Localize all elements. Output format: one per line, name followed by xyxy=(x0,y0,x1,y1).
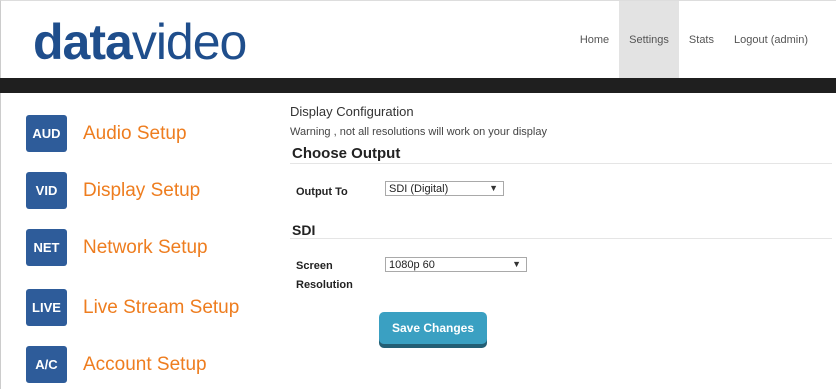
screen-resolution-value: 1080p 60 xyxy=(389,258,435,271)
net-badge-icon: NET xyxy=(26,229,67,266)
nav-home[interactable]: Home xyxy=(570,1,619,79)
chevron-down-icon: ▼ xyxy=(512,259,521,269)
nav-stats[interactable]: Stats xyxy=(679,1,724,79)
divider xyxy=(290,238,832,239)
datavideo-logo[interactable]: datavideo xyxy=(33,14,248,70)
logo-part1: data xyxy=(33,14,133,70)
sidebar-item-display[interactable]: VID Display Setup xyxy=(26,172,200,209)
top-nav: Home Settings Stats Logout (admin) xyxy=(570,1,836,79)
sidebar-item-account[interactable]: A/C Account Setup xyxy=(26,346,207,383)
output-to-label: Output To xyxy=(296,186,348,198)
divider xyxy=(290,163,832,164)
screen-resolution-select[interactable]: 1080p 60 ▼ xyxy=(385,257,527,272)
sidebar-item-label: Network Setup xyxy=(83,236,208,258)
app-window: datavideo Home Settings Stats Logout (ad… xyxy=(0,0,836,389)
screen-resolution-label: Screen Resolution xyxy=(296,257,353,295)
sidebar-item-live-stream[interactable]: LIVE Live Stream Setup xyxy=(26,289,239,326)
nav-logout[interactable]: Logout (admin) xyxy=(724,1,836,79)
screen-resolution-label-line1: Screen xyxy=(296,260,333,272)
aud-badge-icon: AUD xyxy=(26,115,67,152)
output-to-select[interactable]: SDI (Digital) ▼ xyxy=(385,181,504,196)
main-content: Display Configuration Warning , not all … xyxy=(290,93,832,389)
header-divider-bar xyxy=(0,78,836,93)
output-to-value: SDI (Digital) xyxy=(389,182,449,195)
sidebar-item-label: Live Stream Setup xyxy=(83,296,240,318)
sidebar-item-network[interactable]: NET Network Setup xyxy=(26,229,208,266)
ac-badge-icon: A/C xyxy=(26,346,67,383)
chevron-down-icon: ▼ xyxy=(489,183,498,193)
screen-resolution-label-line2: Resolution xyxy=(296,279,353,291)
sidebar-item-label: Display Setup xyxy=(83,179,201,201)
live-badge-icon: LIVE xyxy=(26,289,67,326)
choose-output-heading: Choose Output xyxy=(292,145,401,162)
page-title: Display Configuration xyxy=(290,104,414,119)
nav-settings[interactable]: Settings xyxy=(619,1,679,79)
warning-text: Warning , not all resolutions will work … xyxy=(290,126,547,138)
vid-badge-icon: VID xyxy=(26,172,67,209)
sidebar-item-audio[interactable]: AUD Audio Setup xyxy=(26,115,187,152)
sdi-heading: SDI xyxy=(292,222,316,238)
logo-part2: video xyxy=(131,14,248,70)
sidebar-item-label: Account Setup xyxy=(83,353,207,375)
sidebar: AUD Audio Setup VID Display Setup NET Ne… xyxy=(0,93,270,389)
save-changes-button[interactable]: Save Changes xyxy=(379,312,487,344)
sidebar-item-label: Audio Setup xyxy=(83,122,187,144)
header: datavideo Home Settings Stats Logout (ad… xyxy=(0,0,836,79)
